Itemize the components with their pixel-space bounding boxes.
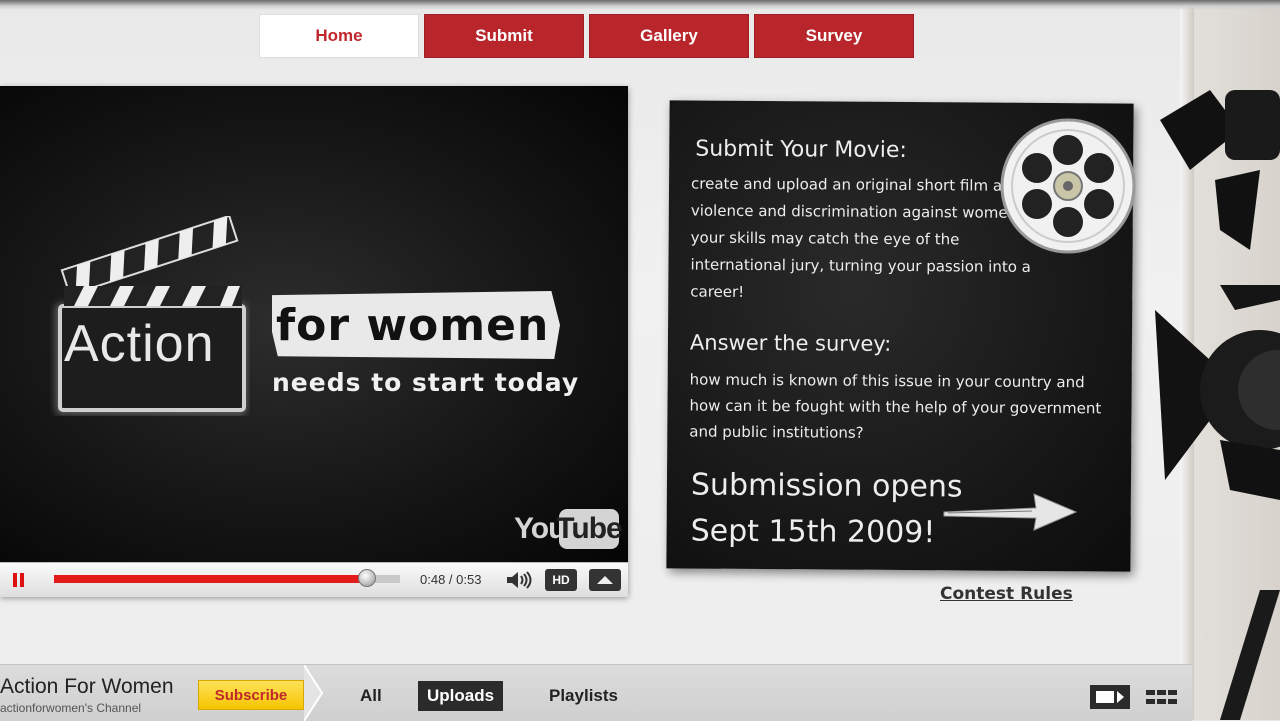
nav-tab-submit[interactable]: Submit [424, 14, 584, 58]
channel-tab-all[interactable]: All [360, 681, 382, 711]
video-player: Action for women needs to start today Yo… [0, 86, 628, 597]
video-title-word: Action [64, 315, 215, 373]
pause-icon-bar [20, 573, 24, 587]
announcement-line-2: Sept 15th 2009! [690, 513, 936, 551]
divider-chevron [304, 665, 324, 721]
channel-tab-playlists[interactable]: Playlists [549, 681, 618, 711]
progress-fill [54, 575, 368, 583]
hd-button[interactable]: HD [545, 569, 577, 591]
player-controls: 0:48 / 0:53 HD [0, 562, 628, 597]
volume-icon[interactable] [505, 571, 533, 589]
nav-tab-gallery[interactable]: Gallery [589, 14, 749, 58]
video-headline-banner: for women [272, 291, 560, 359]
pause-icon [13, 573, 17, 587]
time-display: 0:48 / 0:53 [420, 572, 482, 587]
video-tagline: needs to start today [272, 368, 580, 397]
survey-description: how much is known of this issue in your … [689, 370, 1102, 442]
channel-title[interactable]: Action For Women [0, 675, 174, 699]
video-frame[interactable]: Action for women needs to start today Yo… [0, 86, 628, 562]
submit-heading: Submit Your Movie: [695, 136, 907, 164]
submit-description: create and upload an original short film… [690, 174, 1051, 301]
grid-view-icon[interactable] [1142, 685, 1182, 709]
nav-tab-home[interactable]: Home [259, 14, 419, 58]
channel-subtitle: actionforwomen's Channel [0, 701, 142, 715]
player-view-icon[interactable] [1090, 685, 1130, 709]
studio-light-icon [1155, 90, 1280, 720]
progress-handle[interactable] [358, 569, 377, 587]
video-headline: for women [276, 299, 550, 351]
expand-button[interactable] [589, 569, 621, 591]
main-nav: Home Submit Gallery Survey [259, 14, 914, 58]
channel-tab-uploads[interactable]: Uploads [418, 681, 504, 711]
top-shadow [0, 0, 1280, 10]
nav-tab-survey[interactable]: Survey [754, 14, 914, 58]
survey-heading: Answer the survey: [689, 330, 892, 356]
arrow-right-icon [943, 493, 1078, 531]
expand-icon [597, 576, 613, 584]
submission-announcement: Submission opens Sept 15th 2009! [690, 463, 963, 557]
progress-bar[interactable] [54, 569, 400, 587]
subscribe-button[interactable]: Subscribe [198, 680, 304, 710]
announcement-line-1: Submission opens [690, 467, 963, 505]
channel-bar: Action For Women actionforwomen's Channe… [0, 664, 1192, 721]
pause-button[interactable] [6, 569, 30, 591]
film-reel-icon [1000, 118, 1136, 254]
youtube-logo-tube: Tube [556, 509, 623, 549]
contest-rules-link[interactable]: Contest Rules [940, 584, 1073, 604]
